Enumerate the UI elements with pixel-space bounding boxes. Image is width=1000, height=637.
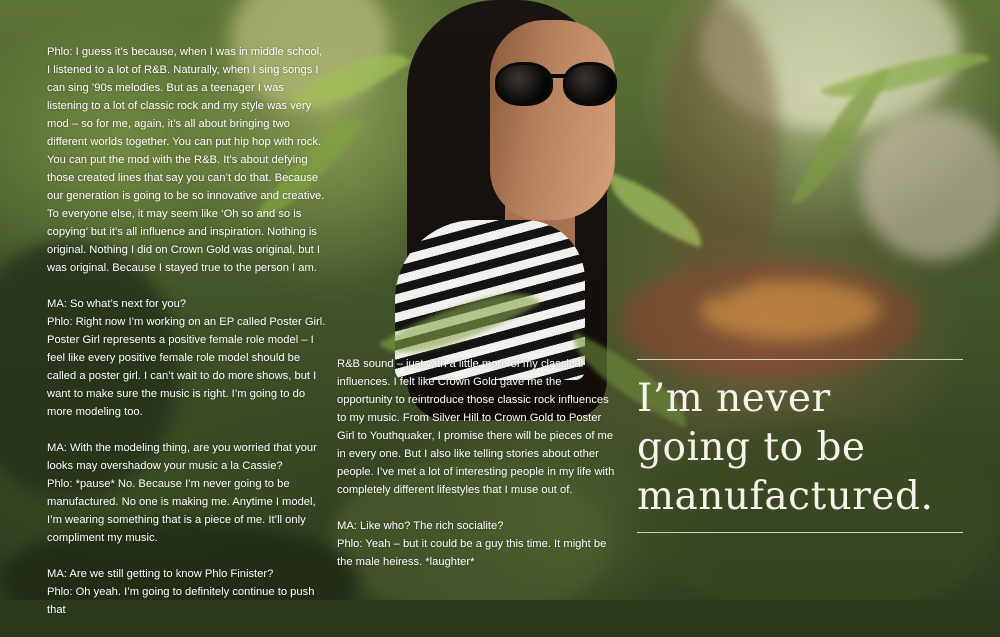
top-divider [637, 359, 963, 360]
paragraph: Phlo: I guess it’s because, when I was i… [47, 46, 325, 274]
paragraph: MA: With the modeling thing, are you wor… [47, 442, 317, 544]
face [490, 20, 615, 220]
sunglasses [495, 62, 620, 106]
pull-quote-line: manufactured. [637, 474, 934, 519]
pull-quote: I’m never going to be manufactured. [637, 359, 963, 533]
paragraph: MA: Like who? The rich socialite? Phlo: … [337, 520, 607, 568]
bottom-divider [637, 532, 963, 533]
paragraph: MA: Are we still getting to know Phlo Fi… [47, 568, 315, 616]
pull-quote-line: I’m never [637, 376, 831, 421]
paragraph: R&B sound – just with a little more of m… [337, 358, 615, 496]
pull-quote-text: I’m never going to be manufactured. [637, 374, 963, 521]
pull-quote-line: going to be [637, 425, 866, 470]
paragraph: MA: So what’s next for you? Phlo: Right … [47, 298, 326, 418]
article-middle-column: R&B sound – just with a little more of m… [337, 355, 617, 589]
article-left-column: Phlo: I guess it’s because, when I was i… [47, 43, 327, 637]
